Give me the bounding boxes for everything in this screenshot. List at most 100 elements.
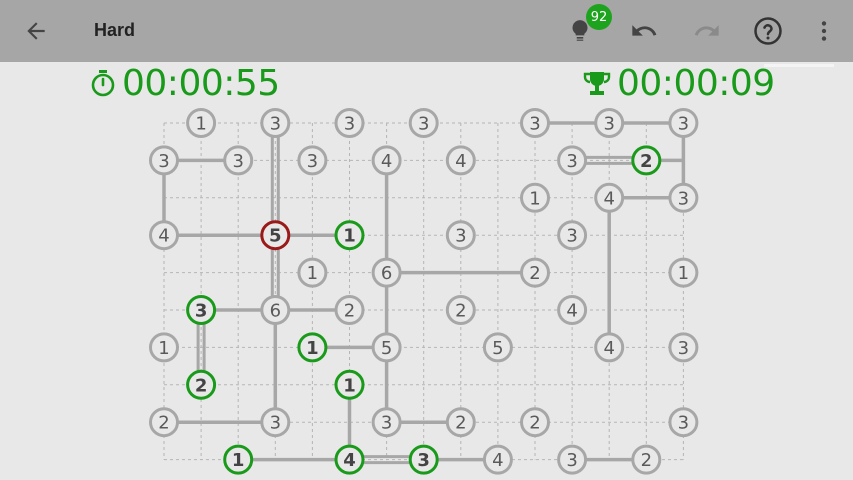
- island[interactable]: 1: [520, 182, 550, 213]
- island-number: 6: [381, 263, 392, 284]
- puzzle-board[interactable]: 1 3 3 3 3 3 3 3 3 3 4 4 3 2 1 4 3 4 5 1 3 3 1 6 2 1 3 6 2 2 4 1 1 5 5 4 3 2 1 2…: [0, 0, 853, 480]
- island[interactable]: 3: [520, 108, 550, 138]
- island-number: 4: [158, 226, 169, 247]
- island-number: 1: [195, 114, 206, 135]
- island[interactable]: 3: [668, 407, 699, 438]
- island-number: 2: [455, 301, 466, 322]
- island-number: 5: [381, 338, 392, 359]
- island-number: 1: [529, 188, 540, 209]
- island-number: 3: [270, 114, 281, 135]
- island-number: 2: [529, 413, 540, 434]
- island[interactable]: 3: [334, 108, 365, 138]
- island[interactable]: 3: [445, 220, 476, 251]
- island[interactable]: 3: [557, 220, 588, 251]
- island[interactable]: 3: [668, 108, 699, 138]
- island[interactable]: 1: [297, 257, 328, 288]
- island[interactable]: 1: [223, 444, 254, 475]
- island[interactable]: 1: [334, 369, 365, 400]
- island-number: 3: [566, 151, 577, 172]
- island-number: 2: [640, 151, 653, 172]
- island[interactable]: 1: [334, 220, 365, 251]
- island-number: 4: [455, 151, 466, 172]
- island-number: 3: [417, 450, 430, 471]
- island-number: 2: [455, 413, 466, 434]
- island[interactable]: 4: [594, 332, 625, 363]
- island[interactable]: 3: [557, 444, 588, 475]
- island[interactable]: 3: [408, 444, 439, 475]
- island-number: 2: [195, 375, 208, 396]
- island[interactable]: 2: [631, 444, 662, 475]
- island-number: 3: [381, 413, 392, 434]
- island[interactable]: 6: [260, 295, 291, 325]
- island[interactable]: 4: [594, 182, 625, 213]
- island-number: 3: [455, 226, 466, 247]
- island[interactable]: 3: [408, 108, 439, 138]
- island-number: 4: [566, 301, 577, 322]
- island[interactable]: 3: [260, 407, 291, 438]
- island-number: 2: [529, 263, 540, 284]
- island-number: 3: [678, 338, 689, 359]
- island-number: 4: [492, 450, 503, 471]
- island-number: 3: [678, 188, 689, 209]
- island[interactable]: 3: [668, 332, 699, 363]
- island-number: 3: [418, 114, 429, 135]
- island[interactable]: 3: [223, 145, 254, 176]
- island-number: 4: [381, 151, 392, 172]
- island[interactable]: 2: [520, 407, 550, 438]
- island[interactable]: 3: [297, 145, 328, 176]
- island[interactable]: 2: [334, 295, 365, 325]
- island[interactable]: 4: [149, 220, 179, 251]
- island[interactable]: 3: [186, 295, 217, 325]
- island-number: 3: [678, 114, 689, 135]
- island-number: 3: [529, 114, 540, 135]
- island-number: 3: [678, 413, 689, 434]
- island-number: 3: [232, 151, 243, 172]
- island-number: 2: [641, 450, 652, 471]
- island-number: 2: [158, 413, 169, 434]
- island[interactable]: 3: [557, 145, 588, 176]
- island[interactable]: 5: [260, 220, 291, 251]
- island[interactable]: 4: [557, 295, 588, 325]
- island-number: 6: [270, 301, 281, 322]
- island[interactable]: 4: [445, 145, 476, 176]
- island-number: 3: [307, 151, 318, 172]
- island[interactable]: 3: [371, 407, 402, 438]
- island[interactable]: 2: [149, 407, 179, 438]
- island[interactable]: 5: [371, 332, 402, 363]
- island[interactable]: 3: [149, 145, 179, 176]
- island-number: 3: [566, 226, 577, 247]
- island-number: 1: [307, 263, 318, 284]
- island-number: 3: [344, 114, 355, 135]
- island-number: 3: [566, 450, 577, 471]
- island[interactable]: 3: [668, 182, 699, 213]
- island-number: 1: [343, 375, 356, 396]
- island-number: 4: [343, 450, 356, 471]
- island[interactable]: 4: [334, 444, 365, 475]
- island-number: 1: [306, 338, 319, 359]
- island-number: 1: [158, 338, 169, 359]
- island-number: 1: [678, 263, 689, 284]
- island[interactable]: 6: [371, 257, 402, 288]
- island-number: 3: [158, 151, 169, 172]
- island[interactable]: 3: [260, 108, 291, 138]
- island[interactable]: 1: [668, 257, 699, 288]
- island[interactable]: 5: [482, 332, 513, 363]
- island-number: 2: [344, 301, 355, 322]
- island-number: 1: [232, 450, 245, 471]
- island-number: 5: [492, 338, 503, 359]
- island[interactable]: 4: [482, 444, 513, 475]
- island[interactable]: 1: [297, 332, 328, 363]
- island[interactable]: 2: [445, 295, 476, 325]
- island-number: 4: [603, 188, 614, 209]
- island-number: 5: [269, 226, 282, 247]
- island-number: 3: [603, 114, 614, 135]
- island[interactable]: 1: [186, 108, 217, 138]
- island[interactable]: 2: [445, 407, 476, 438]
- island[interactable]: 1: [149, 332, 179, 363]
- island[interactable]: 2: [631, 145, 662, 176]
- island-number: 4: [603, 338, 614, 359]
- island[interactable]: 2: [186, 369, 217, 400]
- island[interactable]: 3: [594, 108, 625, 138]
- island[interactable]: 2: [520, 257, 550, 288]
- island[interactable]: 4: [371, 145, 402, 176]
